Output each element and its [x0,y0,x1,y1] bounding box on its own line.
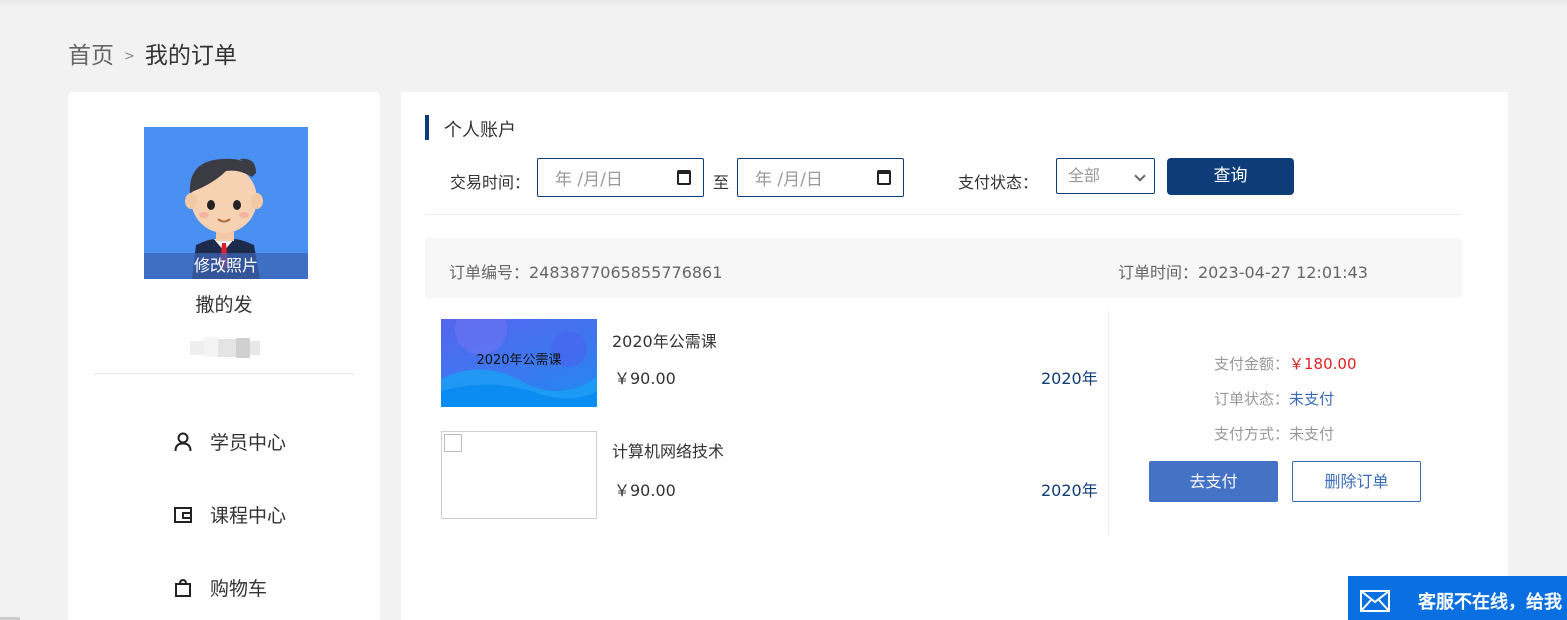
filter-divider [425,214,1462,215]
broken-image-icon [444,434,462,452]
course-year: 2020年 [1041,369,1098,388]
chevron-down-icon [1134,170,1146,182]
course-name[interactable]: 2020年公需课 [612,328,717,352]
payment-method-row: 支付方式：未支付 [1214,423,1334,444]
sidebar-divider [94,373,354,374]
page-title: 我的订单 [144,43,237,69]
sidebar-item-student-center[interactable]: 学员中心 [172,428,286,455]
start-date-placeholder: 年 /月/日 [555,170,623,190]
sidebar-item-cart[interactable]: 购物车 [172,574,267,601]
course-thumbnail[interactable]: 2020年公需课 [441,319,597,407]
pay-button[interactable]: 去支付 [1149,461,1278,502]
customer-service-widget[interactable]: 客服不在线，给我 [1348,576,1567,620]
transaction-time-label: 交易时间： [450,173,531,192]
course-name[interactable]: 计算机网络技术 [612,438,724,462]
mail-icon [1360,590,1390,612]
payment-amount-row: 支付金额：￥180.00 [1214,353,1357,374]
end-date-placeholder: 年 /月/日 [755,170,823,190]
top-shadow [0,0,1567,6]
order-time: 订单时间：2023-04-27 12:01:43 [1118,263,1368,282]
calendar-icon[interactable] [677,170,691,185]
thumbnail-title: 2020年公需课 [476,353,562,368]
order-status-value: 未支付 [1289,390,1335,408]
avatar[interactable]: 修改照片 [144,127,308,279]
payment-method-value: 未支付 [1289,425,1335,443]
customer-service-text: 客服不在线，给我 [1418,592,1562,613]
start-date-input[interactable]: 年 /月/日 [537,158,704,197]
sidebar-item-course-center[interactable]: 课程中心 [172,501,286,528]
order-status-row: 订单状态：未支付 [1214,388,1334,409]
sidebar-item-label: 购物车 [210,578,268,600]
course-price: ￥90.00 [614,481,676,500]
section-title: 个人账户 [444,120,516,141]
shopping-bag-icon [172,577,194,599]
payment-amount-label: 支付金额： [1214,355,1290,373]
order-header: 订单编号：2483877065855776861 订单时间：2023-04-27… [425,238,1462,298]
delete-order-button[interactable]: 删除订单 [1292,461,1421,502]
course-thumbnail[interactable] [441,431,597,519]
calendar-icon[interactable] [877,170,891,185]
query-button[interactable]: 查询 [1167,158,1294,195]
payment-amount-value: ￥180.00 [1289,355,1357,373]
order-vertical-divider [1108,311,1109,535]
end-date-input[interactable]: 年 /月/日 [737,158,904,197]
breadcrumb-separator: > [124,48,135,64]
date-range-to-label: 至 [713,173,730,192]
blurred-user-info [190,335,260,361]
breadcrumb-home-link[interactable]: 首页 [68,36,114,70]
wallet-icon [172,504,194,526]
sidebar: 修改照片 撒的发 学员中心 课程中心 购物车 [68,92,380,620]
breadcrumb: 首页 > 我的订单 [68,36,237,70]
course-year: 2020年 [1041,481,1098,500]
payment-status-label: 支付状态： [958,173,1039,192]
sidebar-item-label: 学员中心 [210,432,287,454]
user-icon [172,431,194,453]
user-name: 撒的发 [195,294,253,316]
payment-status-select[interactable]: 全部 [1056,158,1155,194]
main-panel: 个人账户 交易时间： 年 /月/日 至 年 /月/日 支付状态： 全部 查询 订… [401,92,1508,620]
payment-method-label: 支付方式： [1214,425,1290,443]
order-number: 订单编号：2483877065855776861 [449,263,723,282]
section-title-bar [425,115,429,140]
course-price: ￥90.00 [614,369,676,388]
change-photo-label[interactable]: 修改照片 [144,253,308,279]
order-status-label: 订单状态： [1214,390,1290,408]
sidebar-item-label: 课程中心 [210,505,287,527]
payment-status-value: 全部 [1068,166,1101,185]
